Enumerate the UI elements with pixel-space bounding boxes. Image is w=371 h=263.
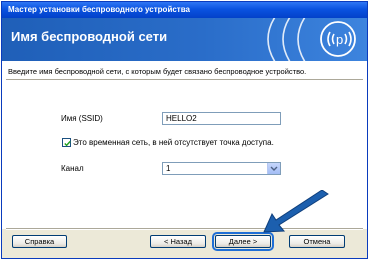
checkmark-icon — [64, 140, 71, 147]
wireless-signal-icon: p — [267, 18, 356, 61]
channel-select[interactable]: 1 — [162, 162, 281, 175]
pointer-arrow-icon — [263, 190, 329, 233]
adhoc-label: Это временная сеть, в ней отсутствует то… — [73, 138, 274, 147]
wizard-header: Имя беспроводной сети p — [2, 18, 367, 61]
adhoc-checkbox[interactable] — [62, 138, 71, 147]
channel-value: 1 — [166, 164, 171, 173]
window-title: Мастер установки беспроводного устройств… — [8, 5, 190, 14]
channel-label: Канал — [61, 164, 84, 173]
back-button[interactable]: < Назад — [150, 235, 206, 248]
page-title: Имя беспроводной сети — [11, 29, 168, 44]
title-bar[interactable]: Мастер установки беспроводного устройств… — [2, 2, 367, 18]
ssid-label: Имя (SSID) — [61, 114, 103, 123]
ssid-input[interactable]: HELLO2 — [162, 112, 281, 125]
instruction-text: Введите имя беспроводной сети, с которым… — [8, 67, 307, 76]
help-button[interactable]: Справка — [12, 235, 67, 248]
svg-text:p: p — [336, 32, 343, 47]
content-divider — [6, 79, 363, 81]
chevron-down-icon[interactable] — [267, 163, 280, 174]
